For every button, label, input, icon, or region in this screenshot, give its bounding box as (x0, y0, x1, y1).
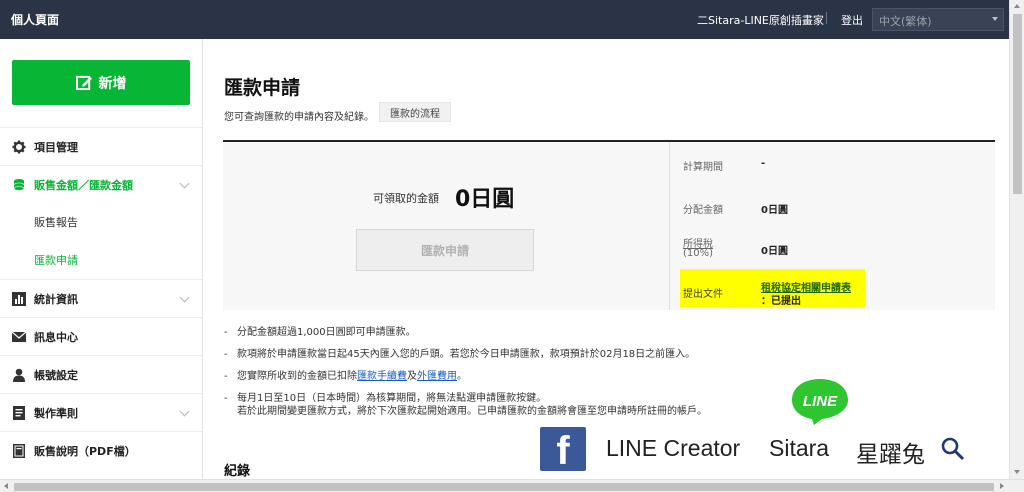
note-text: 及 (407, 371, 417, 382)
brand-name-text: Sitara (769, 435, 830, 461)
sidebar-item-statistics[interactable]: 統計資訊 (0, 279, 202, 317)
brand-creator-text: LINE Creator (606, 435, 741, 461)
note-item: - 款項將於申請匯款當日起45天內匯入您的戶頭。若您於今日申請匯款，款項預計於02… (224, 349, 696, 360)
sidebar-item-label: 統計資訊 (34, 292, 78, 306)
brand-name-cn-text: 星躍兔 (856, 441, 925, 467)
available-amount-label: 可領取的金額 (373, 192, 439, 205)
allocated-amount-value: 0日圓 (761, 205, 788, 216)
vertical-scroll-thumb[interactable] (1013, 14, 1022, 194)
scroll-right-arrow-icon[interactable] (1000, 483, 1004, 489)
chevron-down-icon (992, 17, 998, 21)
topbar-divider (826, 12, 827, 24)
sidebar-item-label: 訊息中心 (34, 330, 78, 344)
horizontal-scrollbar[interactable] (0, 479, 1024, 492)
remittance-panel: 可領取的金額 0日圓 匯款申請 計算期間 - 分配金額 0日圓 所得稅 (10%… (223, 140, 995, 310)
scroll-down-arrow-icon[interactable] (1014, 470, 1020, 474)
chevron-down-icon (179, 178, 190, 189)
note-text: 款項將於申請匯款當日起45天內匯入您的戶頭。若您於今日申請匯款，款項預計於02月… (237, 349, 696, 360)
period-label: 計算期間 (683, 162, 723, 173)
coins-icon (12, 178, 26, 192)
sidebar-subitem-remittance-request[interactable]: 匯款申請 (0, 241, 202, 279)
sidebar-item-guidelines[interactable]: 製作準則 (0, 393, 202, 431)
gear-icon (12, 140, 26, 154)
sidebar-subitem-label: 匯款申請 (34, 254, 78, 267)
book-icon (12, 443, 26, 458)
sidebar-item-label: 項目管理 (34, 140, 78, 154)
user-icon (12, 368, 26, 382)
new-button-label: 新增 (98, 75, 127, 92)
sidebar: 新增 項目管理 販售金額／匯款金額 販售報告 匯款申請 統計資訊 訊息中心 帳號… (0, 39, 203, 479)
apply-remittance-button[interactable]: 匯款申請 (356, 229, 534, 271)
language-select[interactable]: 中文(繁体) (872, 8, 1004, 31)
chevron-down-icon (179, 406, 190, 417)
facebook-letter: f (556, 429, 570, 473)
top-bar: 個人頁面 二Sitara-LINE原創插畫家 登出 中文(繁体) (0, 0, 1009, 39)
note-text: 。 (457, 371, 467, 382)
allocated-amount-label: 分配金額 (683, 205, 723, 216)
tax-treaty-form-status: ：已提出 (761, 296, 801, 307)
bar-chart-icon (12, 291, 26, 306)
line-logo-text: LINE (803, 393, 838, 410)
document-icon (12, 405, 26, 420)
remittance-flow-button[interactable]: 匯款的流程 (379, 102, 451, 122)
income-tax-value: 0日圓 (761, 246, 788, 257)
page-header-title: 個人頁面 (11, 13, 60, 27)
sidebar-subitem-sales-report[interactable]: 販售報告 (0, 203, 202, 241)
exchange-fee-link[interactable]: 外匯費用 (417, 371, 457, 382)
creator-branding: f LINE LINE Creator Sitara 星躍兔 (540, 377, 980, 474)
available-amount-section: 可領取的金額 0日圓 匯款申請 (223, 142, 669, 310)
sidebar-item-project-management[interactable]: 項目管理 (0, 127, 202, 165)
sidebar-item-account-settings[interactable]: 帳號設定 (0, 355, 202, 393)
period-value: - (761, 158, 766, 169)
sidebar-subitem-label: 販售報告 (34, 216, 78, 229)
sidebar-item-message-center[interactable]: 訊息中心 (0, 317, 202, 355)
facebook-icon: f (540, 427, 586, 471)
sidebar-item-sales-amount[interactable]: 販售金額／匯款金額 (0, 165, 202, 203)
vertical-scrollbar[interactable] (1009, 0, 1024, 479)
language-select-value: 中文(繁体) (879, 15, 932, 28)
note-text: 每月1日至10日（日本時間）為核算期間，將無法點選申請匯款按鍵。 (237, 393, 547, 404)
income-tax-rate: (10%) (683, 248, 714, 259)
remittance-fee-link[interactable]: 匯款手續費 (357, 371, 407, 382)
sidebar-item-sales-guide-pdf[interactable]: 販售說明（PDF檔） (0, 431, 202, 469)
note-item: - 分配金額超過1,000日圓即可申請匯款。 (224, 327, 416, 338)
sidebar-item-label: 製作準則 (34, 406, 78, 420)
sidebar-item-label: 販售金額／匯款金額 (34, 178, 133, 192)
records-title: 紀錄 (224, 464, 251, 479)
logout-link[interactable]: 登出 (841, 12, 863, 28)
available-amount-value: 0日圓 (455, 187, 515, 212)
scroll-left-arrow-icon[interactable] (4, 483, 8, 489)
scroll-up-arrow-icon[interactable] (1014, 4, 1020, 8)
sidebar-item-label: 帳號設定 (34, 368, 78, 382)
chevron-down-icon (179, 292, 190, 303)
note-item: - 您實際所收到的金額已扣除匯款手續費及外匯費用。 (224, 371, 467, 382)
search-icon (941, 437, 965, 461)
documents-label: 提出文件 (683, 289, 723, 300)
panel-divider (669, 142, 670, 310)
horizontal-scroll-thumb[interactable] (14, 483, 994, 491)
edit-icon (75, 75, 92, 91)
note-text: 分配金額超過1,000日圓即可申請匯款。 (237, 327, 416, 338)
note-text: 您實際所收到的金額已扣除 (237, 371, 357, 382)
account-name-link[interactable]: 二Sitara-LINE原創插畫家 (697, 12, 824, 28)
note-item: - 每月1日至10日（日本時間）為核算期間，將無法點選申請匯款按鍵。 (224, 393, 547, 404)
line-logo-icon: LINE (792, 379, 848, 425)
envelope-icon (12, 330, 26, 344)
page-description: 您可查詢匯款的申請內容及紀錄。 (224, 112, 374, 123)
page-title: 匯款申請 (224, 77, 301, 99)
new-button[interactable]: 新增 (12, 60, 190, 105)
sidebar-item-label: 販售說明（PDF檔） (34, 444, 136, 458)
